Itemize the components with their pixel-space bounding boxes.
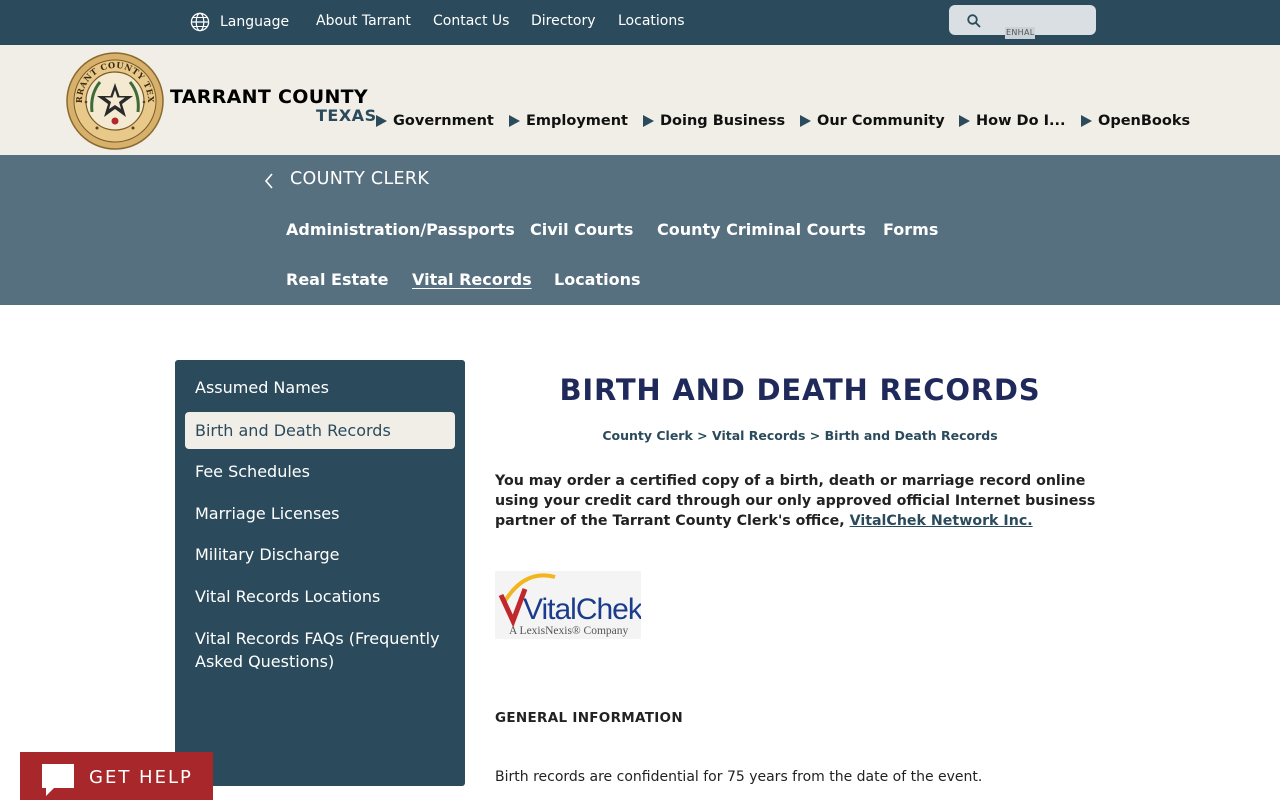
brand-name[interactable]: TARRANT COUNTY	[170, 86, 368, 108]
section-sidebar: Assumed Names Birth and Death Records Fe…	[175, 360, 465, 786]
triangle-right-icon	[376, 115, 387, 127]
sidebar-item-assumed-names[interactable]: Assumed Names	[195, 376, 455, 399]
intro-paragraph: You may order a certified copy of a birt…	[495, 471, 1105, 531]
subnav-civil-courts[interactable]: Civil Courts	[530, 220, 633, 239]
globe-icon	[190, 12, 210, 32]
get-help-label: GET HELP	[89, 767, 193, 788]
breadcrumb-separator: >	[697, 428, 708, 443]
sidebar-item-vital-records-faqs[interactable]: Vital Records FAQs (Frequently Asked Que…	[195, 627, 455, 673]
nav-label: Government	[393, 113, 494, 129]
nav-label: Employment	[526, 113, 628, 129]
vitalchek-wordmark: VitalChek	[523, 593, 641, 626]
triangle-right-icon	[643, 115, 654, 127]
breadcrumb: County Clerk > Vital Records > Birth and…	[495, 428, 1105, 443]
search-icon[interactable]	[967, 14, 981, 28]
body-text: Birth records are confidential for 75 ye…	[495, 769, 983, 785]
county-seal-logo[interactable]: TARRANT COUNTY TEXAS	[66, 52, 164, 150]
nav-label: Doing Business	[660, 113, 786, 129]
utility-bar: Language About Tarrant Contact Us Direct…	[0, 0, 1280, 45]
subnav-vital-records[interactable]: Vital Records	[412, 270, 532, 289]
nav-doing-business[interactable]: Doing Business	[643, 113, 785, 129]
search-label: ENHAL	[1005, 27, 1036, 39]
vitalchek-link[interactable]: VitalChek Network Inc.	[850, 513, 1033, 529]
subnav-administration-passports[interactable]: Administration/Passports	[286, 220, 515, 239]
get-help-button[interactable]: GET HELP	[20, 752, 213, 800]
language-selector[interactable]: Language	[190, 12, 289, 32]
directory-link[interactable]: Directory	[531, 13, 596, 29]
nav-openbooks[interactable]: OpenBooks	[1081, 113, 1190, 129]
nav-label: Our Community	[817, 113, 945, 129]
vitalchek-logo-graphic: VitalChek A LexisNexis® Company	[498, 573, 645, 637]
language-label: Language	[220, 14, 290, 30]
sidebar-item-birth-and-death-records[interactable]: Birth and Death Records	[185, 412, 455, 449]
triangle-right-icon	[1081, 115, 1092, 127]
breadcrumb-county-clerk[interactable]: County Clerk	[602, 428, 692, 443]
nav-employment[interactable]: Employment	[509, 113, 628, 129]
breadcrumb-current: Birth and Death Records	[824, 428, 998, 443]
general-information-heading: GENERAL INFORMATION	[495, 710, 683, 726]
chevron-left-icon[interactable]	[263, 172, 275, 190]
triangle-right-icon	[959, 115, 970, 127]
page-title: BIRTH AND DEATH RECORDS	[559, 373, 1041, 407]
chat-bubble-icon	[42, 764, 74, 796]
nav-how-do-i[interactable]: How Do I...	[959, 113, 1066, 129]
search-input[interactable]: ENHAL	[949, 5, 1096, 39]
subnav-locations[interactable]: Locations	[554, 270, 641, 289]
subnav-county-criminal-courts[interactable]: County Criminal Courts	[657, 220, 866, 239]
contact-us-link[interactable]: Contact Us	[433, 13, 509, 29]
vitalchek-logo[interactable]: VitalChek A LexisNexis® Company	[495, 571, 645, 639]
subnav-forms[interactable]: Forms	[883, 220, 938, 239]
sidebar-item-military-discharge[interactable]: Military Discharge	[195, 543, 455, 566]
breadcrumb-vital-records[interactable]: Vital Records	[712, 428, 805, 443]
vitalchek-tagline: A LexisNexis® Company	[509, 625, 629, 637]
nav-our-community[interactable]: Our Community	[800, 113, 945, 129]
department-title[interactable]: COUNTY CLERK	[290, 169, 429, 189]
sidebar-item-marriage-licenses[interactable]: Marriage Licenses	[195, 502, 455, 525]
brand-state: TEXAS	[316, 106, 377, 125]
about-tarrant-link[interactable]: About Tarrant	[316, 13, 411, 29]
subnav-real-estate[interactable]: Real Estate	[286, 270, 388, 289]
nav-government[interactable]: Government	[376, 113, 494, 129]
triangle-right-icon	[800, 115, 811, 127]
nav-label: OpenBooks	[1098, 113, 1191, 129]
sidebar-item-fee-schedules[interactable]: Fee Schedules	[195, 460, 455, 483]
nav-label: How Do I...	[976, 113, 1066, 129]
triangle-right-icon	[509, 115, 520, 127]
sidebar-item-vital-records-locations[interactable]: Vital Records Locations	[195, 585, 455, 608]
breadcrumb-separator: >	[809, 428, 821, 443]
locations-link[interactable]: Locations	[618, 13, 685, 29]
